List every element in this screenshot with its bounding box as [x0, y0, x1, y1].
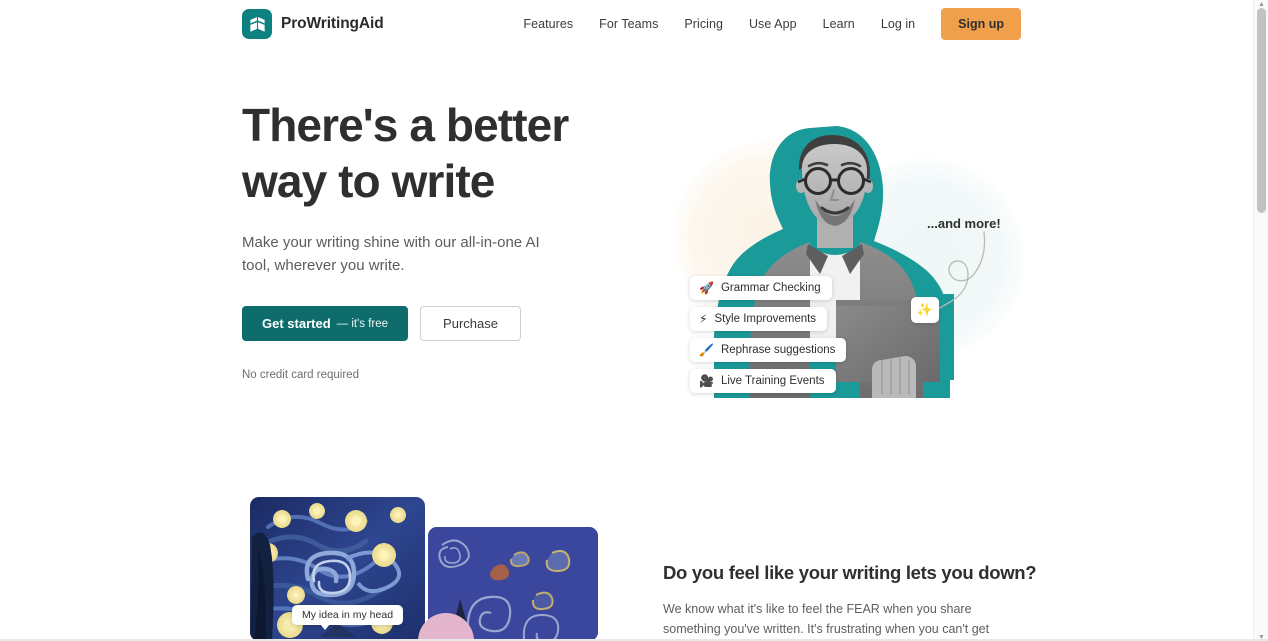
brand-name: ProWritingAid	[281, 15, 384, 32]
chip-grammar-checking: 🚀 Grammar Checking	[690, 276, 832, 300]
get-started-sublabel: — it's free	[336, 317, 389, 330]
sign-up-button[interactable]: Sign up	[941, 8, 1021, 40]
hero-title-line-2: way to write	[242, 155, 495, 207]
no-credit-card-note: No credit card required	[242, 369, 359, 381]
nav-pricing[interactable]: Pricing	[671, 11, 736, 37]
nav-log-in[interactable]: Log in	[868, 11, 928, 37]
idea-in-my-head-label: My idea in my head	[292, 605, 404, 630]
lightning-icon: ⚡	[699, 312, 708, 326]
chip-grammar-checking-label: Grammar Checking	[720, 282, 821, 294]
section-two-body: We know what it's like to feel the FEAR …	[663, 602, 990, 636]
page-viewport: ProWritingAid Features For Teams Pricing…	[0, 0, 1253, 641]
site-header: ProWritingAid Features For Teams Pricing…	[0, 0, 1253, 48]
book-logo-icon	[242, 9, 272, 39]
purchase-button[interactable]: Purchase	[420, 306, 521, 341]
chip-live-training-events: 🎥 Live Training Events	[690, 369, 836, 393]
and-more-label: ...and more!	[927, 216, 1001, 231]
video-camera-icon: 🎥	[699, 374, 714, 388]
sparkle-icon: ✨	[911, 297, 939, 323]
scroll-up-arrow-icon[interactable]: ▲	[1254, 0, 1268, 8]
section-two-title: Do you feel like your writing lets you d…	[663, 562, 1037, 583]
paintbrush-icon: 🖌️	[699, 343, 714, 357]
hero-subtitle: Make your writing shine with our all-in-…	[242, 234, 540, 274]
rocket-icon: 🚀	[699, 281, 714, 295]
section-two-copy: Do you feel like your writing lets you d…	[663, 562, 1037, 641]
hero-cta-group: Get started — it's free Purchase	[242, 306, 642, 341]
chip-live-training-events-label: Live Training Events	[720, 375, 825, 387]
chip-style-improvements: ⚡ Style Improvements	[690, 307, 828, 331]
get-started-label: Get started	[262, 316, 331, 331]
scrollbar-thumb[interactable]	[1257, 8, 1266, 213]
hero-title: There's a better way to write	[242, 97, 642, 209]
chip-style-improvements-label: Style Improvements	[714, 313, 817, 325]
hero-section: There's a better way to write Make your …	[0, 48, 1253, 488]
nav-features[interactable]: Features	[510, 11, 586, 37]
starry-night-comparison-art: My idea in my head	[242, 488, 632, 641]
chip-rephrase-suggestions: 🖌️ Rephrase suggestions	[690, 338, 847, 362]
nav-use-app[interactable]: Use App	[736, 11, 810, 37]
browser-page: ProWritingAid Features For Teams Pricing…	[0, 0, 1268, 641]
hero-copy: There's a better way to write Make your …	[242, 97, 642, 381]
chip-rephrase-suggestions-label: Rephrase suggestions	[720, 344, 836, 356]
main-navigation: Features For Teams Pricing Use App Learn…	[510, 0, 1021, 48]
page-scrollbar[interactable]: ▲ ▼	[1253, 0, 1268, 641]
hero-title-line-1: There's a better	[242, 99, 569, 151]
get-started-button[interactable]: Get started — it's free	[242, 306, 409, 341]
writing-lets-you-down-section: My idea in my head Do you feel like your…	[0, 488, 1253, 641]
nav-learn[interactable]: Learn	[810, 11, 868, 37]
brand-logo-link[interactable]: ProWritingAid	[242, 9, 384, 39]
hero-illustration: ...and more! ✨ 🚀 Grammar Checking ⚡ Styl…	[650, 98, 1030, 438]
nav-for-teams[interactable]: For Teams	[586, 11, 671, 37]
